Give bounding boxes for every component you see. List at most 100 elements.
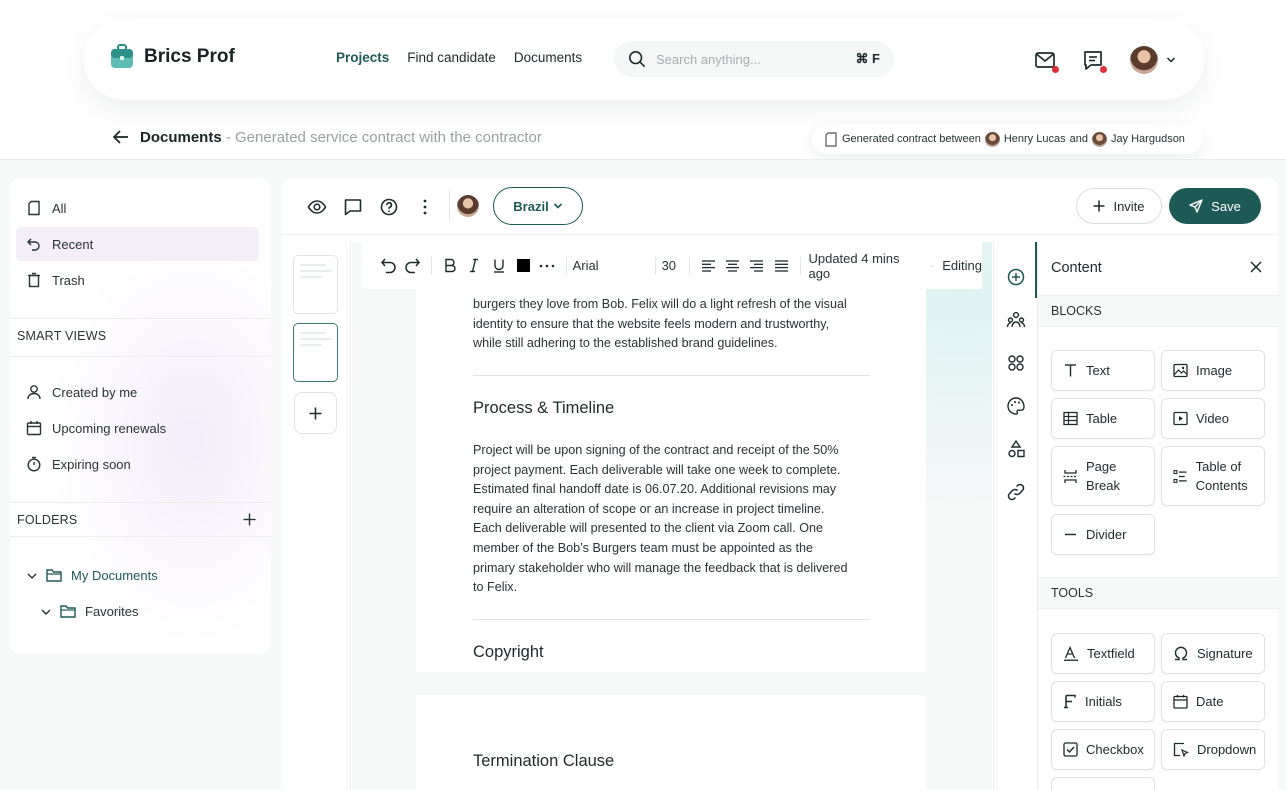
document-page[interactable]: burgers they love from Bob. Felix will d… xyxy=(416,242,926,672)
add-circle-icon[interactable] xyxy=(1006,267,1026,287)
sidebar-item-recent[interactable]: Recent xyxy=(16,227,259,261)
tool-label: Dropdown xyxy=(1197,742,1257,757)
smart-view-label: Upcoming renewals xyxy=(52,420,167,436)
user-icon xyxy=(27,385,41,400)
sidebar-item-label: Recent xyxy=(52,236,94,252)
sidebar-item-trash[interactable]: Trash xyxy=(16,263,259,297)
messages-button[interactable] xyxy=(1082,49,1107,73)
underline-button[interactable] xyxy=(486,254,510,278)
more-options-button[interactable] xyxy=(535,254,559,278)
document-page[interactable]: Termination Clause xyxy=(416,695,926,790)
link-icon[interactable] xyxy=(1006,482,1026,502)
page-subtitle: - Generated service contract with the co… xyxy=(221,128,542,146)
block-label: Divider xyxy=(1086,527,1127,542)
page-thumbnail-2[interactable] xyxy=(293,323,338,382)
folder-my-documents[interactable]: My Documents xyxy=(26,568,158,583)
more-vertical-icon[interactable] xyxy=(415,197,435,217)
font-family-select[interactable]: Arial xyxy=(573,258,649,273)
bold-icon xyxy=(445,258,456,273)
bold-button[interactable] xyxy=(438,254,462,278)
tool-partial[interactable] xyxy=(1051,777,1155,790)
undo-icon xyxy=(380,258,396,274)
save-button[interactable]: Save xyxy=(1169,188,1261,224)
mail-button[interactable] xyxy=(1034,49,1059,73)
close-icon[interactable] xyxy=(1248,259,1264,275)
country-selector[interactable]: Brazil xyxy=(493,187,583,225)
nav-find-candidate[interactable]: Find candidate xyxy=(407,50,496,65)
align-right-icon xyxy=(750,259,764,272)
smart-view-created-by-me[interactable]: Created by me xyxy=(16,375,259,409)
redo-button[interactable] xyxy=(400,254,424,278)
tool-checkbox[interactable]: Checkbox xyxy=(1051,729,1155,770)
paragraph-line: to Felix. xyxy=(473,580,518,595)
undo-button[interactable] xyxy=(376,254,400,278)
align-justify-button[interactable] xyxy=(769,254,793,278)
font-size-select[interactable]: 30 xyxy=(662,258,683,273)
invite-button[interactable]: Invite xyxy=(1076,188,1162,224)
notification-dot xyxy=(1052,66,1059,73)
block-label: Table xyxy=(1086,411,1118,426)
chevron-down-icon[interactable] xyxy=(26,570,38,582)
block-label: Video xyxy=(1196,411,1230,426)
document-canvas: burgers they love from Bob. Felix will d… xyxy=(352,242,992,790)
table-icon xyxy=(1063,411,1078,426)
contract-person-1[interactable]: Henry Lucas xyxy=(1004,133,1066,145)
briefcase-logo-icon xyxy=(111,44,133,68)
tool-textfield[interactable]: Textfield xyxy=(1051,633,1155,674)
block-page-break[interactable]: Page Break xyxy=(1051,446,1155,506)
folder-favorites[interactable]: Favorites xyxy=(40,604,138,619)
palette-icon[interactable] xyxy=(1006,396,1026,416)
block-table[interactable]: Table xyxy=(1051,398,1155,439)
avatar[interactable] xyxy=(457,195,479,217)
page-thumbnail-1[interactable] xyxy=(293,255,338,314)
italic-button[interactable] xyxy=(462,254,486,278)
shapes-icon[interactable] xyxy=(1006,439,1026,459)
thumbnail-line xyxy=(300,276,322,278)
tool-initials[interactable]: Initials xyxy=(1051,681,1155,722)
block-image[interactable]: Image xyxy=(1161,350,1265,391)
sidebar-divider xyxy=(10,502,271,503)
nav-documents[interactable]: Documents xyxy=(514,50,582,65)
smart-view-label: Expiring soon xyxy=(52,456,131,472)
text-field-icon xyxy=(1064,646,1078,661)
user-menu[interactable] xyxy=(1130,46,1176,74)
help-icon[interactable] xyxy=(379,197,399,217)
block-table-of-contents[interactable]: Table of Contents xyxy=(1161,446,1265,506)
eye-icon[interactable] xyxy=(307,197,327,217)
align-left-button[interactable] xyxy=(696,254,720,278)
brand[interactable]: Brics Prof xyxy=(110,44,235,70)
align-center-icon xyxy=(726,259,740,272)
block-label: Page Break xyxy=(1086,459,1120,493)
smart-view-expiring-soon[interactable]: Expiring soon xyxy=(16,447,259,481)
align-right-button[interactable] xyxy=(745,254,769,278)
back-arrow-icon[interactable] xyxy=(112,128,130,146)
contract-person-2[interactable]: Jay Hargudson xyxy=(1111,133,1185,145)
align-center-button[interactable] xyxy=(720,254,744,278)
paragraph-line: while still adhering to the established … xyxy=(473,336,778,351)
tool-date[interactable]: Date xyxy=(1161,681,1265,722)
block-divider[interactable]: Divider xyxy=(1051,514,1155,555)
top-navigation-bar: Brics Prof Projects Find candidate Docum… xyxy=(84,18,1204,100)
block-text[interactable]: Text xyxy=(1051,350,1155,391)
save-label: Save xyxy=(1211,198,1241,214)
tool-signature[interactable]: Signature xyxy=(1161,633,1265,674)
search-input[interactable] xyxy=(656,51,846,67)
block-video[interactable]: Video xyxy=(1161,398,1265,439)
brand-name: Brics Prof xyxy=(144,46,235,67)
grid-icon[interactable] xyxy=(1006,353,1026,373)
add-page-button[interactable] xyxy=(294,392,337,434)
chevron-down-icon[interactable] xyxy=(40,606,52,618)
section-heading-process: Process & Timeline xyxy=(473,399,615,417)
search-bar[interactable]: ⌘ F xyxy=(614,41,894,77)
tool-dropdown[interactable]: Dropdown xyxy=(1161,729,1265,770)
comment-icon[interactable] xyxy=(343,197,363,217)
editing-mode[interactable]: Editing xyxy=(942,258,982,273)
sidebar-item-all[interactable]: All xyxy=(16,191,259,225)
nav-projects[interactable]: Projects xyxy=(336,50,389,65)
blocks-heading: BLOCKS xyxy=(1038,295,1279,327)
text-color-button[interactable] xyxy=(511,254,535,278)
sidebar-divider xyxy=(10,356,271,357)
smart-view-upcoming-renewals[interactable]: Upcoming renewals xyxy=(16,411,259,445)
users-icon[interactable] xyxy=(1006,310,1026,330)
add-folder-plus-icon[interactable] xyxy=(243,513,256,526)
